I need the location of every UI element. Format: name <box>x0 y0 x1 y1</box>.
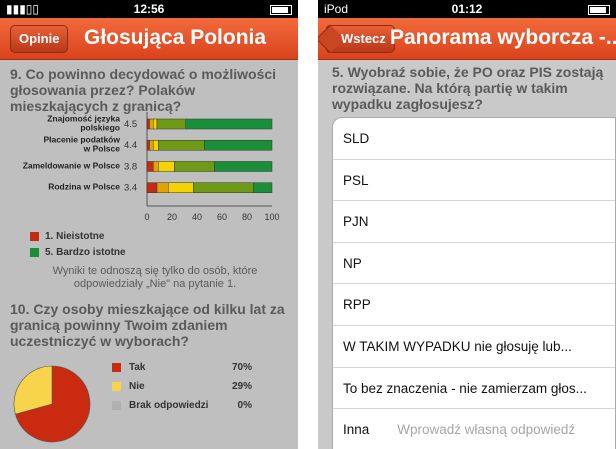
x-tick-label: 40 <box>192 212 202 222</box>
nav-bar: Opinie Głosująca Polonia <box>0 18 298 60</box>
status-time: 12:56 <box>133 2 165 16</box>
option-np[interactable]: NP <box>333 243 615 285</box>
pie-legend-tak: Tak 70% <box>112 362 252 373</box>
battery-icon <box>270 2 292 16</box>
bar-segment <box>253 182 273 193</box>
status-time: 01:12 <box>451 2 483 16</box>
bar-segment <box>153 161 159 172</box>
q10-pie-chart <box>13 365 91 443</box>
battery-icon <box>588 2 610 16</box>
option-sld[interactable]: SLD <box>333 118 615 160</box>
bar-segment <box>158 161 175 172</box>
other-input[interactable]: Wprowadź własną odpowiedź <box>397 409 575 449</box>
status-bar: iPod 01:12 <box>318 0 616 18</box>
bar-segment <box>149 118 154 130</box>
status-bar: ▮▮▮▯▯ 12:56 <box>0 0 298 18</box>
bar-segment <box>168 182 194 193</box>
page-title: Głosująca Polonia <box>84 26 267 49</box>
category-label: polskiego <box>80 123 120 133</box>
bar-segment <box>146 161 154 172</box>
bar-segment <box>146 118 150 130</box>
nav-bar: Wstecz Panorama wyborcza -... <box>318 18 616 60</box>
question-9-text: 9. Co powinno decydować o możliwości gło… <box>10 66 277 114</box>
score-label: 4.4 <box>124 140 137 151</box>
option-pjn[interactable]: PJN <box>333 201 615 243</box>
pie-swatch-red <box>112 362 121 372</box>
q9-bar-chart: 0 20 40 60 80 100Znajomość językapolskiego 4.5… <box>23 112 280 222</box>
score-label: 4.5 <box>124 119 137 130</box>
bar-segment <box>146 139 150 151</box>
results-note: Wyniki te odnoszą się tylko do osób, któ… <box>52 265 258 290</box>
category-label: Zameldowanie w Polsce <box>23 160 121 170</box>
bar-segment <box>146 182 158 193</box>
answer-list: SLD PSL PJN NP RPP W TAKIM WYPADKU nie g… <box>332 117 616 449</box>
x-tick-label: 80 <box>242 212 252 222</box>
score-label: 3.4 <box>124 183 137 194</box>
pie-swatch-gray <box>112 400 121 410</box>
pie-legend-brak: Brak odpowiedzi 0% <box>112 400 252 411</box>
bar-segment <box>174 161 215 172</box>
page-title: Panorama wyborcza -... <box>390 26 616 49</box>
bar-segment <box>153 139 159 151</box>
option-no-matter[interactable]: To bez znaczenia - nie zamierzam głos... <box>333 368 615 410</box>
category-label: Rodzina w Polsce <box>48 182 120 192</box>
bar-segment <box>204 139 273 151</box>
bar-segment <box>153 118 158 130</box>
bar-segment <box>193 182 254 193</box>
bar-segment <box>156 118 186 130</box>
option-other[interactable]: Inna Wprowadź własną odpowiedź <box>333 409 615 449</box>
x-tick-label: 0 <box>144 212 149 222</box>
back-button[interactable]: Wstecz <box>326 25 395 53</box>
other-label: Inna <box>343 422 370 438</box>
option-rpp[interactable]: RPP <box>333 284 615 326</box>
right-screen: iPod 01:12 Wstecz Panorama wyborcza -...… <box>318 0 616 449</box>
x-tick-label: 60 <box>217 212 227 222</box>
question-10-text: 10. Czy osoby mieszkające od kilku lat z… <box>10 301 285 349</box>
option-no-vote[interactable]: W TAKIM WYPADKU nie głosuję lub... <box>333 326 615 368</box>
pie-swatch-yellow <box>112 381 121 391</box>
x-tick-label: 100 <box>264 212 279 222</box>
pie-legend-nie: Nie 29% <box>112 381 252 392</box>
legend-swatch-green <box>30 247 39 257</box>
bar-segment <box>214 161 273 172</box>
bar-segment <box>156 182 169 193</box>
score-label: 3.8 <box>124 161 137 172</box>
legend-item-low: 1. Nieistotne <box>30 231 104 242</box>
left-screen: ▮▮▮▯▯ 12:56 Opinie Głosująca Polonia 9. … <box>0 0 298 449</box>
category-label: w Polsce <box>83 144 121 154</box>
legend-item-high: 5. Bardzo istotne <box>30 247 126 258</box>
divider <box>298 0 318 449</box>
opinie-button[interactable]: Opinie <box>10 25 69 53</box>
question-5-text: 5. Wyobraź sobie, że PO oraz PIS zostają… <box>332 64 604 112</box>
bar-segment <box>149 139 154 151</box>
legend-swatch-red <box>30 231 39 241</box>
option-psl[interactable]: PSL <box>333 160 615 202</box>
bar-segment <box>158 139 205 151</box>
bar-segment <box>185 118 273 130</box>
x-tick-label: 20 <box>167 212 177 222</box>
